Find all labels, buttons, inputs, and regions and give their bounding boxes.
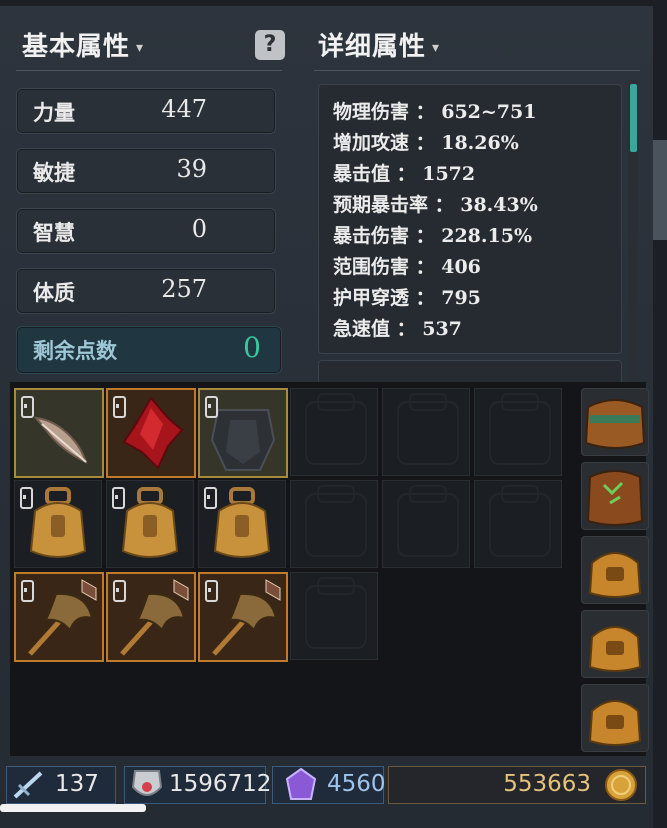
- inventory-slot-empty[interactable]: [474, 388, 562, 476]
- bag-tab-5[interactable]: [581, 684, 649, 752]
- caret-icon: ▾: [136, 40, 145, 56]
- detail-scrollbar[interactable]: [628, 80, 638, 380]
- detail-line-armor-penetration: 护甲穿透 ： 795: [333, 287, 481, 309]
- inventory-slot-empty[interactable]: [290, 480, 378, 568]
- bag-tab-1[interactable]: [581, 388, 649, 456]
- inventory-slot-empty[interactable]: [474, 480, 562, 568]
- inventory-grid: [10, 382, 649, 756]
- honor-counter: 1596712: [124, 766, 271, 804]
- detail-attributes-title[interactable]: 详细属性 ▾: [318, 26, 440, 63]
- caret-icon: ▾: [432, 40, 441, 56]
- inventory-slot-empty[interactable]: [382, 388, 470, 476]
- bag-tab-4[interactable]: [581, 610, 649, 678]
- inventory-slot-feather[interactable]: [14, 388, 104, 478]
- basic-attributes-title[interactable]: 基本属性 ▾: [22, 26, 144, 63]
- inventory-slot-dragon-staff[interactable]: [198, 572, 288, 662]
- stat-constitution: 体质 257: [16, 268, 276, 314]
- inventory-slot-dark-armor[interactable]: [198, 388, 288, 478]
- stat-wisdom: 智慧 0: [16, 208, 276, 254]
- leather-bag-icon: [584, 399, 646, 449]
- inventory-slot-backpack[interactable]: [198, 480, 286, 568]
- inventory-slot-backpack[interactable]: [106, 480, 194, 568]
- lock-icon: [205, 580, 218, 602]
- inventory-slot-dragon-staff[interactable]: [14, 572, 104, 662]
- detail-line-expected-crit-rate: 预期暴击率 ： 38.43%: [333, 194, 538, 216]
- stat-agility: 敏捷 39: [16, 148, 276, 194]
- inventory-slot-red-crystal[interactable]: [106, 388, 196, 478]
- lock-icon: [204, 487, 217, 509]
- bag-tab-2[interactable]: [581, 462, 649, 530]
- inventory-slot-backpack[interactable]: [14, 480, 102, 568]
- purple-crystal-icon: [285, 767, 317, 800]
- scrollbar-thumb[interactable]: [630, 84, 637, 152]
- inventory-slot-empty[interactable]: [382, 480, 470, 568]
- remaining-points: 剩余点数 0: [16, 326, 282, 374]
- stat-strength: 力量 447: [16, 88, 276, 134]
- lock-icon: [113, 580, 126, 602]
- crystal-counter: 4560: [272, 766, 386, 804]
- golden-bag-icon: [588, 626, 642, 672]
- gold-counter: 553663: [388, 766, 646, 804]
- character-panel: 基本属性 ▾ ? 力量 447 敏捷 39 智慧 0 体质 257 剩余点数 0 …: [0, 0, 667, 828]
- gold-coin-icon: [605, 769, 637, 801]
- golden-bag-icon: [588, 700, 642, 746]
- lock-icon: [20, 487, 33, 509]
- detail-line-physical-damage: 物理伤害 ： 652~751: [333, 101, 537, 123]
- help-icon[interactable]: ?: [255, 30, 285, 60]
- lock-icon: [112, 487, 125, 509]
- detail-stats-list: 物理伤害 ： 652~751 增加攻速 ： 18.26% 暴击值 ： 1572 …: [318, 84, 622, 354]
- top-border: [0, 0, 667, 6]
- detail-line-crit-value: 暴击值 ： 1572: [333, 163, 476, 185]
- golden-bag-icon: [588, 552, 642, 598]
- skill-points-counter: 137: [6, 766, 116, 804]
- lock-icon: [21, 580, 34, 602]
- bag-tab-3[interactable]: [581, 536, 649, 604]
- basic-divider: [16, 70, 282, 71]
- detail-line-haste: 急速值 ： 537: [333, 318, 462, 340]
- detail-line-crit-damage: 暴击伤害 ： 228.15%: [333, 225, 532, 247]
- lock-icon: [21, 396, 34, 418]
- detail-line-attack-speed: 增加攻速 ： 18.26%: [333, 132, 519, 154]
- lock-icon: [113, 396, 126, 418]
- detail-divider: [314, 70, 640, 71]
- lock-icon: [205, 396, 218, 418]
- sword-icon: [13, 771, 43, 799]
- inventory-slot-empty[interactable]: [290, 572, 378, 660]
- right-edge: [653, 0, 667, 828]
- bottom-highlight: [0, 804, 146, 812]
- green-rune-bag-icon: [586, 470, 644, 526]
- inventory-slot-empty[interactable]: [290, 388, 378, 476]
- honor-shield-icon: [131, 770, 163, 796]
- detail-line-area-damage: 范围伤害 ： 406: [333, 256, 481, 278]
- inventory-slot-dragon-staff[interactable]: [106, 572, 196, 662]
